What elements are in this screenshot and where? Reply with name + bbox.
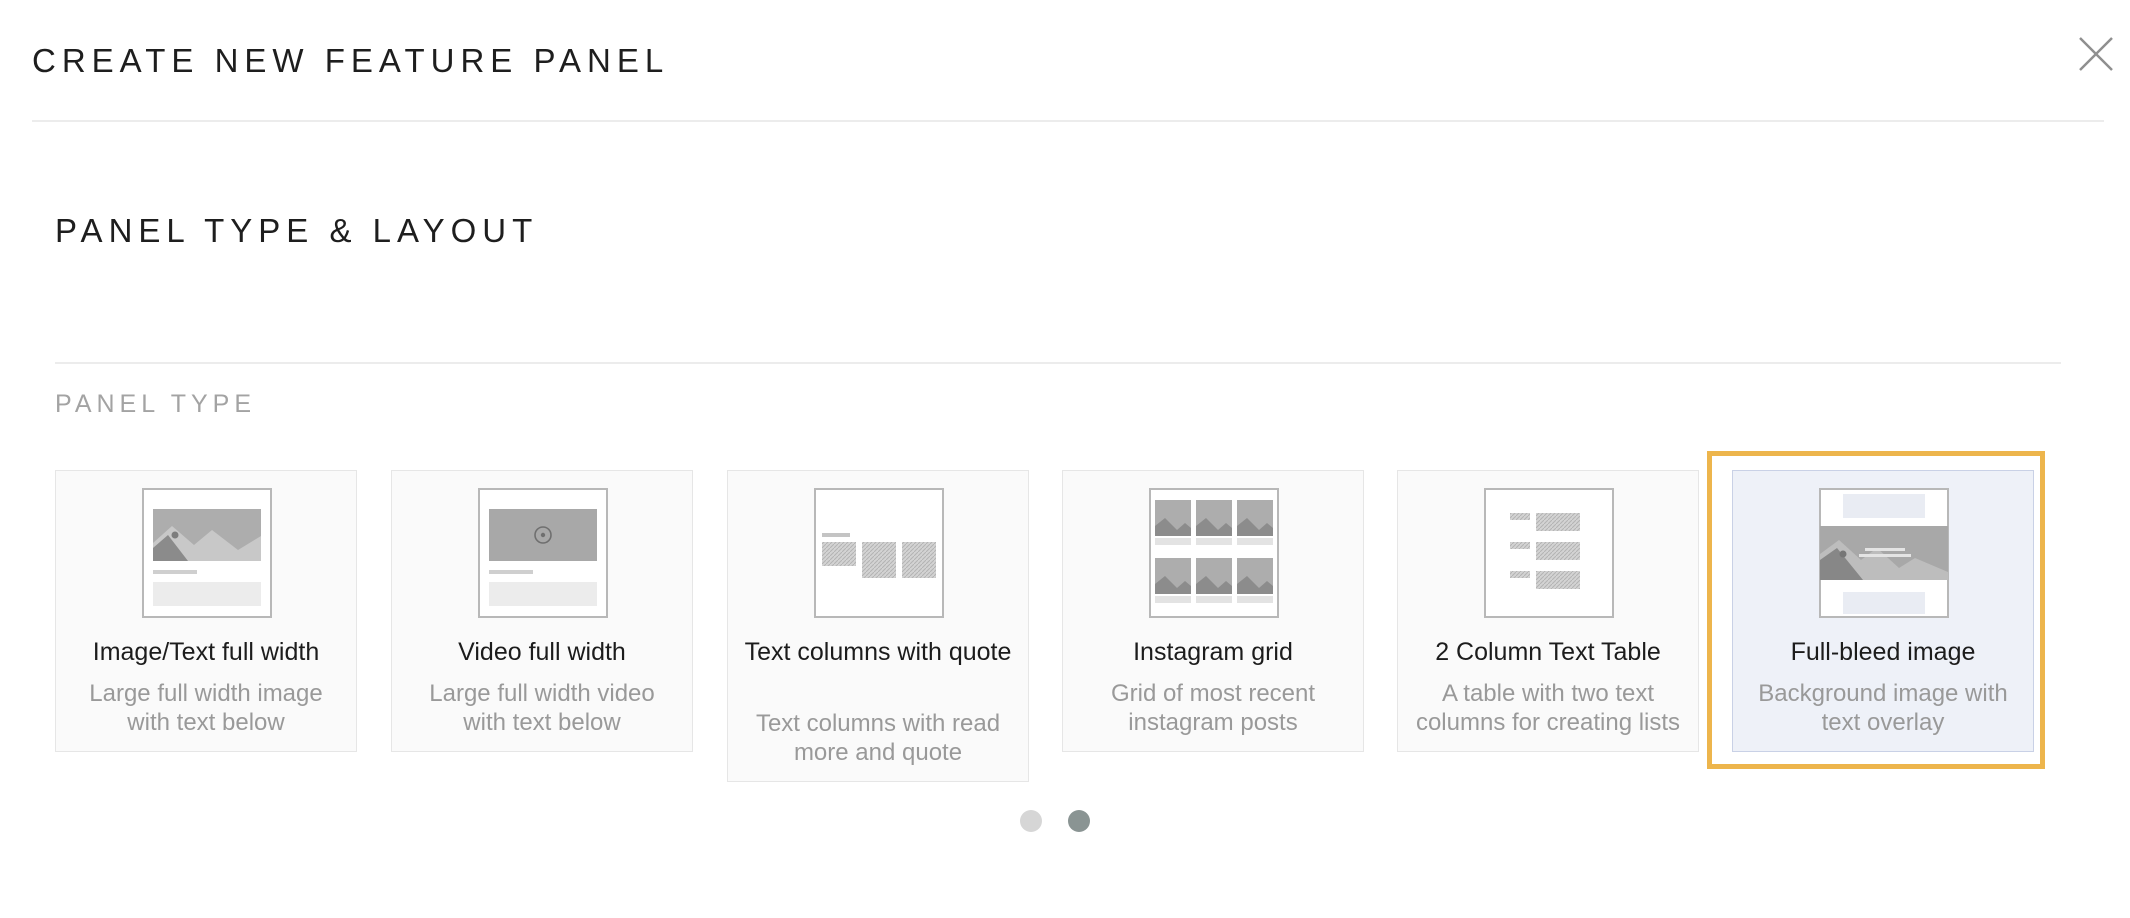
panel-type-card-image-text[interactable]: Image/Text full width Large full width i… xyxy=(55,470,357,752)
page-title: CREATE NEW FEATURE PANEL xyxy=(32,42,670,79)
instagram-grid-layout-icon xyxy=(1149,488,1279,618)
panel-type-card-instagram[interactable]: Instagram grid Grid of most recent insta… xyxy=(1062,470,1364,752)
panel-type-description: A table with two text columns for creati… xyxy=(1415,680,1681,736)
panel-type-description: Grid of most recent instagram posts xyxy=(1110,680,1316,736)
panel-type-title: Video full width xyxy=(458,638,626,666)
panel-type-description: Text columns with read more and quote xyxy=(755,710,1001,766)
pagination xyxy=(1020,810,1120,834)
panel-type-card-video[interactable]: Video full width Large full width video … xyxy=(391,470,693,752)
panel-type-card-two-column-table[interactable]: 2 Column Text Table A table with two tex… xyxy=(1397,470,1699,752)
panel-type-title: Text columns with quote xyxy=(744,638,1012,666)
panel-type-title: Instagram grid xyxy=(1133,638,1293,666)
close-icon xyxy=(2079,37,2113,71)
full-bleed-layout-icon xyxy=(1819,488,1949,618)
image-text-layout-icon xyxy=(142,488,272,618)
section-title: PANEL TYPE & LAYOUT xyxy=(55,212,539,249)
close-button[interactable] xyxy=(2076,34,2116,74)
video-layout-icon xyxy=(478,488,608,618)
panel-type-title: 2 Column Text Table xyxy=(1435,638,1661,666)
panel-type-title: Full-bleed image xyxy=(1790,638,1976,666)
panel-type-card-text-columns[interactable]: Text columns with quote Text columns wit… xyxy=(727,470,1029,782)
two-column-table-layout-icon xyxy=(1484,488,1614,618)
panel-type-description: Large full width image with text below xyxy=(89,680,323,736)
section-divider xyxy=(55,362,2061,364)
modal-header: CREATE NEW FEATURE PANEL xyxy=(32,0,2113,122)
page-dot-2[interactable] xyxy=(1068,810,1090,832)
panel-type-heading: PANEL TYPE xyxy=(55,390,256,418)
panel-type-description: Large full width video with text below xyxy=(429,680,655,736)
panel-type-title: Image/Text full width xyxy=(92,638,320,666)
panel-type-card-full-bleed[interactable]: Full-bleed image Background image with t… xyxy=(1732,470,2034,752)
panel-type-list: Image/Text full width Large full width i… xyxy=(55,470,2055,790)
page-dot-1[interactable] xyxy=(1020,810,1042,832)
text-columns-layout-icon xyxy=(814,488,944,618)
panel-type-description: Background image with text overlay xyxy=(1758,680,2008,736)
